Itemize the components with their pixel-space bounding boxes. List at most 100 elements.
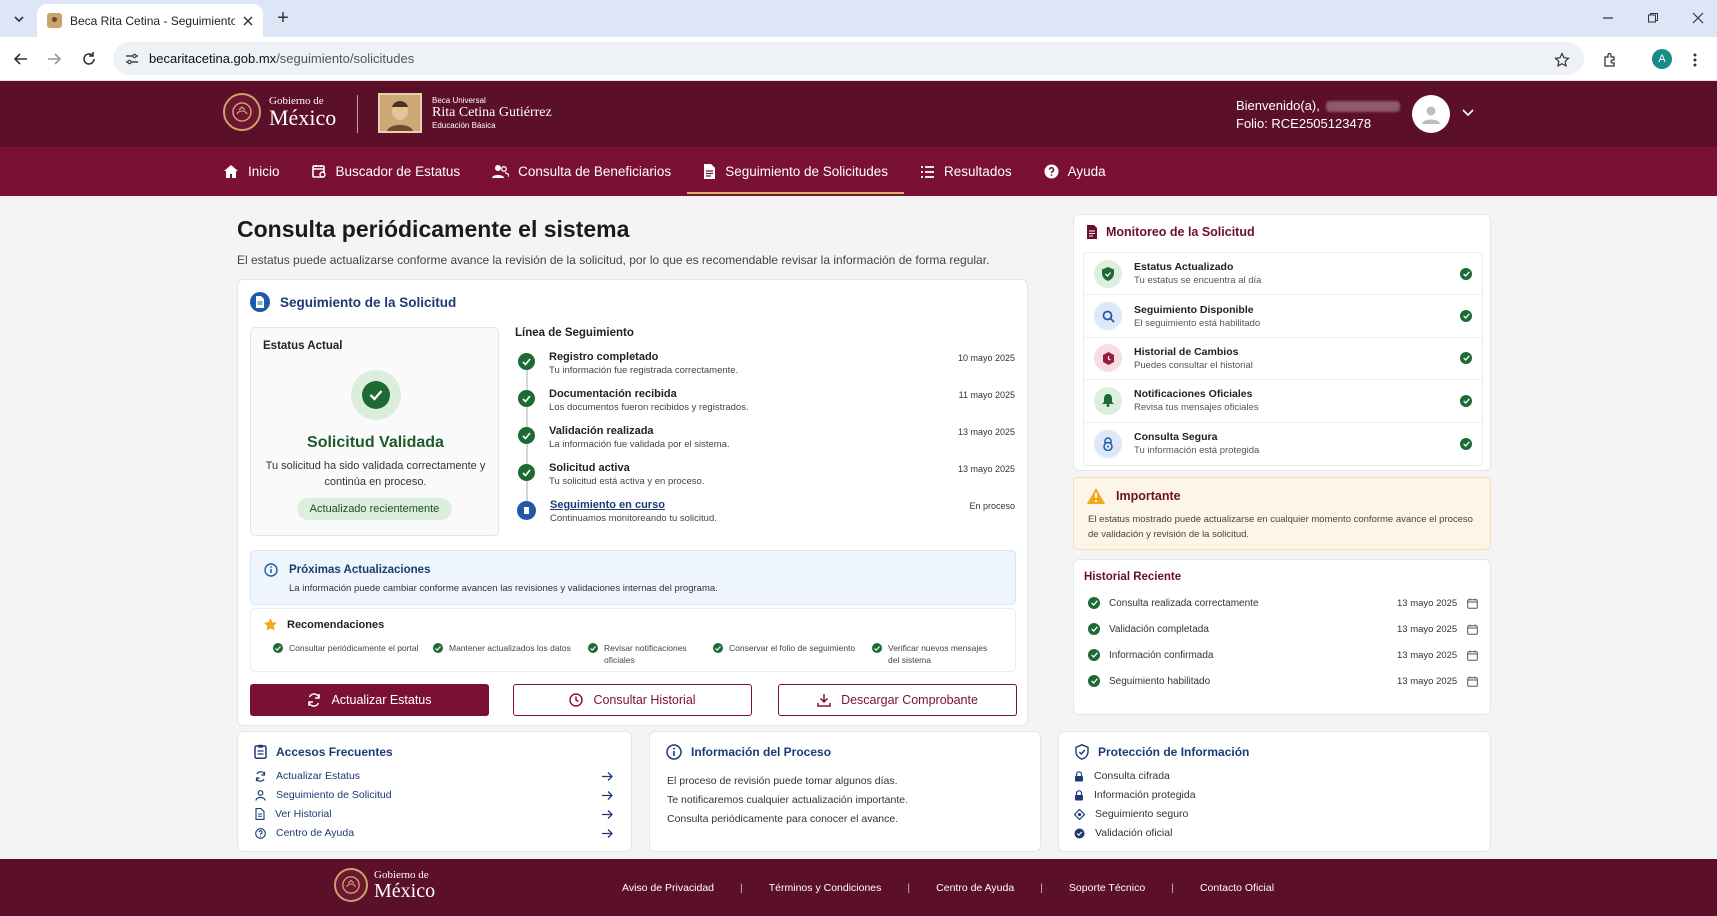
check-icon: [1460, 310, 1472, 323]
national-seal-icon: [223, 93, 261, 131]
nav-resultados[interactable]: Resultados: [904, 147, 1028, 196]
consultar-historial-button[interactable]: Consultar Historial: [513, 684, 752, 716]
clock-icon: [569, 693, 584, 707]
timeline: Registro completado Tu información fue re…: [515, 351, 1015, 536]
shield-check-icon: [1075, 744, 1089, 760]
proteccion-item: Información protegida: [1074, 789, 1196, 801]
new-tab-button[interactable]: +: [272, 7, 294, 29]
check-icon: [1460, 394, 1472, 407]
recomendaciones-title: Recomendaciones: [287, 619, 385, 631]
tab-close-icon[interactable]: [243, 16, 253, 26]
history-row: Seguimiento habilitado 13 mayo 2025: [1088, 675, 1478, 687]
timeline-item: Validación realizada La información fue v…: [515, 425, 1015, 462]
calendar-icon[interactable]: [1467, 676, 1478, 687]
footer-link-privacidad[interactable]: Aviso de Privacidad: [622, 882, 714, 894]
address-bar[interactable]: becaritacetina.gob.mx/seguimiento/solici…: [113, 42, 1584, 75]
list-item: Conservar el folio de seguimiento: [713, 642, 872, 666]
acceso-link-historial[interactable]: Ver Historial: [255, 808, 613, 820]
user-avatar[interactable]: [1412, 95, 1450, 133]
beca-logo[interactable]: Beca Universal Rita Cetina Gutiérrez Edu…: [378, 93, 552, 133]
check-icon: [1460, 437, 1472, 450]
proximas-title: Próximas Actualizaciones: [289, 564, 431, 576]
check-icon: [518, 427, 535, 444]
help-icon: [255, 827, 266, 839]
info-icon: [666, 744, 682, 760]
seguimiento-card: Seguimiento de la Solicitud Estatus Actu…: [237, 279, 1028, 726]
monitoreo-list: Estatus Actualizado Tu estatus se encuent…: [1083, 252, 1483, 466]
beca-small-text: Beca Universal: [432, 96, 486, 105]
proteccion-item: Validación oficial: [1074, 827, 1172, 839]
close-window-icon[interactable]: [1688, 9, 1708, 27]
acceso-link-seguimiento[interactable]: Seguimiento de Solicitud: [255, 789, 613, 801]
acceso-link-actualizar[interactable]: Actualizar Estatus: [255, 770, 613, 782]
nav-beneficiarios[interactable]: Consulta de Beneficiarios: [476, 147, 687, 196]
document-icon: [255, 808, 265, 820]
url-domain: becaritacetina.gob.mx: [149, 51, 277, 66]
favicon-icon: [47, 13, 62, 28]
proteccion-informacion-card: Protección de Información Consulta cifra…: [1058, 731, 1491, 852]
browser-menu-icon[interactable]: [1683, 48, 1707, 72]
gobierno-logo[interactable]: Gobierno de México: [223, 93, 336, 131]
browser-tab[interactable]: Beca Rita Cetina - Seguimiento de: [37, 4, 263, 37]
nav-label: Resultados: [944, 164, 1012, 179]
extensions-icon[interactable]: [1598, 48, 1622, 72]
minimize-icon[interactable]: [1598, 9, 1618, 27]
nav-label: Seguimiento de Solicitudes: [725, 164, 889, 179]
calendar-icon[interactable]: [1467, 650, 1478, 661]
user-menu-chevron-icon[interactable]: [1462, 109, 1474, 117]
star-icon: [263, 617, 278, 632]
footer-link-soporte[interactable]: Soporte Técnico: [1069, 882, 1145, 894]
footer-gobierno-logo[interactable]: Gobierno de México: [334, 868, 435, 902]
acceso-link-ayuda[interactable]: Centro de Ayuda: [255, 827, 613, 839]
document-icon: [1086, 225, 1098, 239]
timeline-item: Registro completado Tu información fue re…: [515, 351, 1015, 388]
status-badge: Actualizado recientemente: [297, 498, 452, 520]
accesos-frecuentes-card: Accesos Frecuentes Actualizar Estatus Se…: [237, 731, 632, 852]
restore-icon[interactable]: [1643, 9, 1663, 27]
footer-link-terminos[interactable]: Términos y Condiciones: [769, 882, 882, 894]
check-icon: [518, 353, 535, 370]
seguimiento-en-curso-link[interactable]: Seguimiento en curso: [550, 499, 935, 511]
actualizar-estatus-button[interactable]: Actualizar Estatus: [250, 684, 489, 716]
footer-separator: |: [740, 882, 743, 894]
timeline-item: Solicitud activa Tu solicitud está activa…: [515, 462, 1015, 499]
browser-toolbar: becaritacetina.gob.mx/seguimiento/solici…: [0, 37, 1717, 81]
check-icon: [872, 643, 882, 653]
header-divider: [357, 95, 358, 133]
arrow-right-icon: [602, 828, 613, 838]
page-title: Consulta periódicamente el sistema: [237, 216, 630, 242]
reload-icon[interactable]: [77, 47, 101, 71]
history-row: Información confirmada 13 mayo 2025: [1088, 649, 1478, 661]
back-arrow-icon[interactable]: [9, 47, 33, 71]
browser-tab-bar: Beca Rita Cetina - Seguimiento de +: [0, 0, 1717, 37]
site-settings-icon[interactable]: [125, 52, 139, 66]
nav-seguimiento[interactable]: Seguimiento de Solicitudes: [687, 147, 904, 196]
nav-inicio[interactable]: Inicio: [223, 147, 296, 196]
history-icon: [1094, 344, 1122, 373]
url-path: /seguimiento/solicitudes: [276, 51, 415, 66]
nav-buscador[interactable]: Buscador de Estatus: [296, 147, 477, 196]
browser-profile-avatar[interactable]: A: [1652, 49, 1672, 69]
descargar-comprobante-button[interactable]: Descargar Comprobante: [778, 684, 1017, 716]
nav-ayuda[interactable]: Ayuda: [1028, 147, 1122, 196]
badge-check-icon: [1074, 828, 1085, 839]
list-item: Verificar nuevos mensajes del sistema: [872, 642, 1002, 666]
check-icon: [588, 643, 598, 653]
importante-alert: Importante El estatus mostrado puede act…: [1073, 477, 1491, 550]
beca-level-text: Educación Básica: [432, 121, 496, 130]
calendar-icon[interactable]: [1467, 598, 1478, 609]
tab-search-chevron-icon[interactable]: [8, 8, 30, 30]
footer-separator: |: [907, 882, 911, 894]
forward-arrow-icon[interactable]: [42, 47, 66, 71]
timeline-item-current: Seguimiento en curso Continuamos monitore…: [515, 499, 1015, 536]
history-row: Validación completada 13 mayo 2025: [1088, 623, 1478, 635]
diamond-check-icon: [1074, 808, 1085, 820]
proteccion-item: Seguimiento seguro: [1074, 808, 1188, 820]
footer-link-contacto[interactable]: Contacto Oficial: [1200, 882, 1274, 894]
refresh-icon: [307, 693, 321, 707]
search-icon: [1094, 302, 1122, 331]
list-item: Seguimiento Disponible El seguimiento est…: [1084, 295, 1482, 338]
bookmark-star-icon[interactable]: [1550, 48, 1574, 72]
calendar-icon[interactable]: [1467, 624, 1478, 635]
footer-link-ayuda[interactable]: Centro de Ayuda: [936, 882, 1014, 894]
